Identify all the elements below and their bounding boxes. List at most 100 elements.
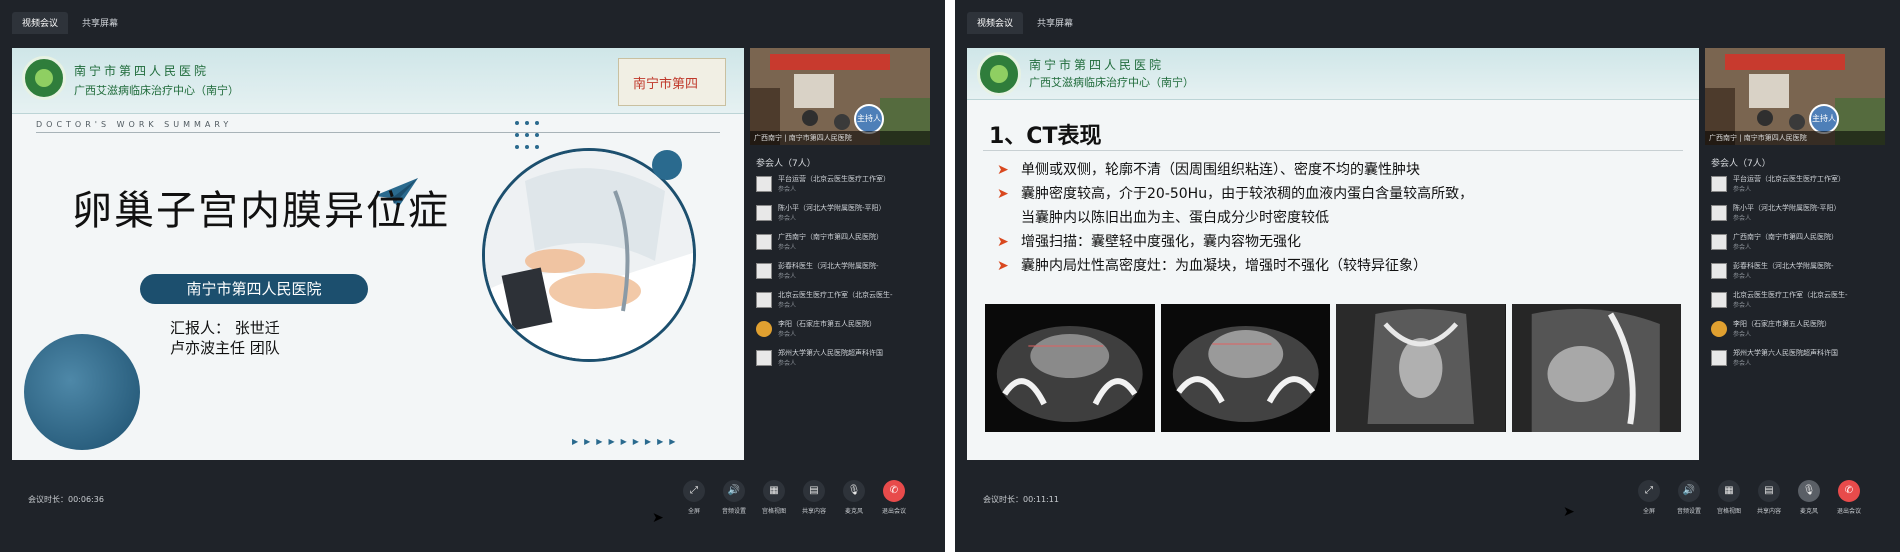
avatar: [1711, 205, 1727, 221]
fullscreen-button[interactable]: ⤢ 全屏: [682, 480, 706, 515]
participant-item[interactable]: 北京云医生医疗工作室（北京云医生- 参会人: [1705, 287, 1885, 316]
button-label: 麦克风: [1799, 508, 1818, 515]
button-label: 宫格视图: [762, 508, 787, 515]
avatar: [756, 321, 772, 337]
microphone-off-icon: 🎙: [1798, 480, 1820, 502]
video-tile[interactable]: 主持人 广西南宁 | 南宁市第四人民医院: [1705, 48, 1885, 145]
plaque-text: 南宁市第四: [633, 77, 699, 92]
microphone-button[interactable]: 🎙 麦克风: [1797, 480, 1821, 515]
hospital-name: 南宁市第四人民医院: [74, 64, 210, 78]
microphone-icon: 🎙: [843, 480, 865, 502]
tab-bar: 视频会议 共享屏幕: [0, 12, 945, 34]
audio-settings-button[interactable]: 🔊 音频设置: [722, 480, 746, 515]
participant-role: 参会人: [1733, 331, 1752, 338]
fullscreen-button[interactable]: ⤢ 全屏: [1637, 480, 1661, 515]
participant-item[interactable]: 陈小平（河北大学附属医院-平阳） 参会人: [1705, 200, 1885, 229]
participant-role: 参会人: [778, 331, 797, 338]
share-content-button[interactable]: ▤ 共享内容: [1757, 480, 1781, 515]
shared-slide: 南宁市第四人民医院 广西艾滋病临床治疗中心（南宁） 南宁市第四 DOCTOR'S…: [12, 48, 744, 460]
control-bar: 会议时长：00:11:11 ⤢ 全屏 🔊 音频设置 ▦ 宫格视图 ▤ 共享内容 🎙 麦克风…: [955, 470, 1900, 515]
participant-item[interactable]: 平台运营（北京云医生医疗工作室） 参会人: [750, 171, 930, 200]
video-caption: 广西南宁 | 南宁市第四人民医院: [1705, 131, 1885, 145]
participant-item[interactable]: 广西南宁（南宁市第四人民医院） 参会人: [1705, 229, 1885, 258]
host-badge: 主持人: [854, 104, 884, 134]
participant-item[interactable]: 彭春科医生（河北大学附属医院- 参会人: [1705, 258, 1885, 287]
avatar: [756, 176, 772, 192]
grid-icon: ▦: [1718, 480, 1740, 502]
hospital-subtitle: 广西艾滋病临床治疗中心（南宁）: [74, 84, 239, 97]
grid-view-button[interactable]: ▦ 宫格视图: [762, 480, 786, 515]
bullet-text: 增强扫描：囊壁轻中度强化，囊内容物无强化: [1021, 234, 1301, 250]
fullscreen-icon: ⤢: [683, 480, 705, 502]
participant-item[interactable]: 郑州大学第六人民医院超声科许国 参会人: [1705, 345, 1885, 374]
avatar: [1711, 263, 1727, 279]
video-tile[interactable]: 主持人 广西南宁 | 南宁市第四人民医院: [750, 48, 930, 145]
participant-item[interactable]: 李阳（石家庄市第五人民医院） 参会人: [750, 316, 930, 345]
dot-grid-icon: [515, 121, 539, 149]
shared-slide: 南宁市第四人民医院 广西艾滋病临床治疗中心（南宁） 1、CT表现 ➤ 单侧或双侧，…: [967, 48, 1699, 460]
button-label: 音频设置: [1677, 508, 1702, 515]
button-label: 音频设置: [722, 508, 747, 515]
slide-title: 1、CT表现: [989, 124, 1102, 149]
participant-role: 参会人: [778, 360, 797, 367]
microphone-button[interactable]: 🎙 麦克风: [842, 480, 866, 515]
reporter-team: 卢亦波主任 团队: [170, 339, 280, 357]
participant-item[interactable]: 北京云医生医疗工作室（北京云医生- 参会人: [750, 287, 930, 316]
avatar: [756, 205, 772, 221]
hospital-pill: 南宁市第四人民医院: [140, 274, 368, 304]
decorative-ball: [652, 150, 682, 180]
avatar: [1711, 176, 1727, 192]
participant-role: 参会人: [778, 186, 797, 193]
ct-image-row: [985, 304, 1681, 432]
speaker-icon: 🔊: [1678, 480, 1700, 502]
tab-video-meeting[interactable]: 视频会议: [967, 12, 1024, 34]
ct-scan-image: [1160, 304, 1330, 432]
divider: [983, 150, 1683, 151]
participant-role: 参会人: [778, 302, 797, 309]
participant-role: 参会人: [1733, 273, 1752, 280]
control-buttons: ⤢ 全屏 🔊 音频设置 ▦ 宫格视图 ▤ 共享内容 🎙 麦克风 ✆ 退出会议: [1637, 480, 1861, 515]
participant-count: 参会人（7人）: [1711, 159, 1771, 169]
bullet-item: ➤ 单侧或双侧，轮廓不清（因周围组织粘连）、密度不均的囊性肿块: [997, 158, 1677, 182]
leave-meeting-button[interactable]: ✆ 退出会议: [1837, 480, 1861, 515]
participant-item[interactable]: 李阳（石家庄市第五人民医院） 参会人: [1705, 316, 1885, 345]
host-badge: 主持人: [1809, 104, 1839, 134]
button-label: 宫格视图: [1717, 508, 1742, 515]
participant-item[interactable]: 平台运营（北京云医生医疗工作室） 参会人: [1705, 171, 1885, 200]
tab-video-meeting[interactable]: 视频会议: [12, 12, 69, 34]
participant-name: 李阳（石家庄市第五人民医院）: [1733, 320, 1831, 328]
slide-title: 卵巢子宫内膜异位症: [72, 188, 450, 234]
mouse-cursor-icon: ➤: [652, 510, 664, 526]
arrow-bullet-icon: ➤: [997, 162, 1009, 178]
participant-name: 北京云医生医疗工作室（北京云医生-: [778, 291, 893, 299]
share-content-button[interactable]: ▤ 共享内容: [802, 480, 826, 515]
leave-meeting-button[interactable]: ✆ 退出会议: [882, 480, 906, 515]
participant-name: 彭春科医生（河北大学附属医院-: [1733, 262, 1834, 270]
participant-name: 李阳（石家庄市第五人民医院）: [778, 320, 876, 328]
hospital-subtitle: 广西艾滋病临床治疗中心（南宁）: [1029, 76, 1194, 89]
ct-scan-image: [985, 304, 1155, 432]
control-bar: 会议时长：00:06:36 ⤢ 全屏 🔊 音频设置 ▦ 宫格视图 ▤ 共享内容 🎙 麦克风…: [0, 470, 945, 515]
audio-settings-button[interactable]: 🔊 音频设置: [1677, 480, 1701, 515]
participant-item[interactable]: 郑州大学第六人民医院超声科许国 参会人: [750, 345, 930, 374]
participant-list: 参会人（7人） 平台运营（北京云医生医疗工作室） 参会人 陈小平（河北大学附属医院…: [1705, 154, 1885, 374]
bullet-item: ➤ 囊肿密度较高，介于20-50Hu，由于较浓稠的血液内蛋白含量较高所致，: [997, 182, 1677, 206]
bullet-item: ➤ 囊肿内局灶性高密度灶：为血凝块，增强时不强化（较特异征象）: [997, 254, 1677, 278]
participant-role: 参会人: [1733, 244, 1752, 251]
avatar: [1711, 321, 1727, 337]
tab-screen-share[interactable]: 共享屏幕: [72, 12, 128, 34]
participant-count: 参会人（7人）: [756, 159, 816, 169]
tab-screen-share[interactable]: 共享屏幕: [1027, 12, 1083, 34]
hangup-icon: ✆: [883, 480, 905, 502]
meeting-duration: 会议时长：00:06:36: [28, 495, 104, 504]
participant-name: 平台运营（北京云医生医疗工作室）: [1733, 175, 1845, 183]
participant-item[interactable]: 陈小平（河北大学附属医院-平阳） 参会人: [750, 200, 930, 229]
participant-item[interactable]: 彭春科医生（河北大学附属医院- 参会人: [750, 258, 930, 287]
grid-view-button[interactable]: ▦ 宫格视图: [1717, 480, 1741, 515]
participant-item[interactable]: 广西南宁（南宁市第四人民医院） 参会人: [750, 229, 930, 258]
participant-role: 参会人: [1733, 215, 1752, 222]
avatar: [1711, 350, 1727, 366]
section-label: DOCTOR'S WORK SUMMARY: [36, 120, 233, 129]
participant-name: 陈小平（河北大学附属医院-平阳）: [1733, 204, 1841, 212]
share-doc-icon: ▤: [803, 480, 825, 502]
